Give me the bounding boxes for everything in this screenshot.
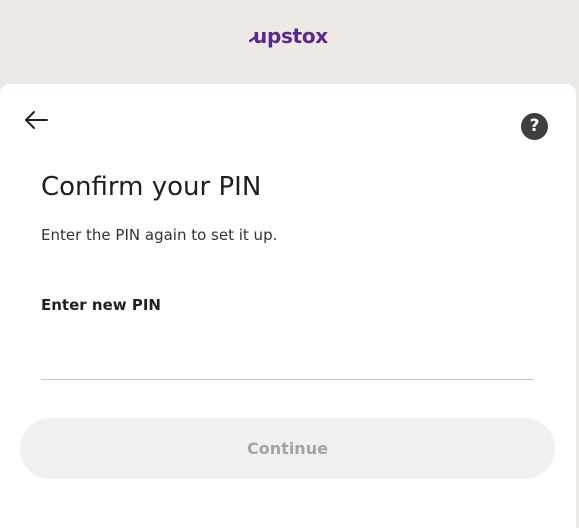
question-mark-icon: ? — [529, 116, 540, 136]
help-button[interactable]: ? — [521, 113, 548, 140]
arrow-left-icon — [25, 111, 48, 129]
brand-logo: upstox — [249, 24, 328, 48]
back-button[interactable] — [22, 108, 50, 132]
page-subtitle: Enter the PIN again to set it up. — [41, 226, 278, 244]
continue-button[interactable]: Continue — [20, 418, 555, 479]
brand-name: upstox — [253, 24, 328, 48]
pin-card: ? Confirm your PIN Enter the PIN again t… — [0, 84, 576, 528]
logo-mark-icon — [249, 34, 259, 43]
pin-field-label: Enter new PIN — [41, 296, 161, 314]
pin-confirm-page: upstox ? Confirm your PIN Enter the PIN … — [0, 0, 579, 528]
header-bar: upstox — [0, 0, 579, 84]
pin-input[interactable] — [41, 346, 534, 380]
page-title: Confirm your PIN — [41, 172, 262, 202]
